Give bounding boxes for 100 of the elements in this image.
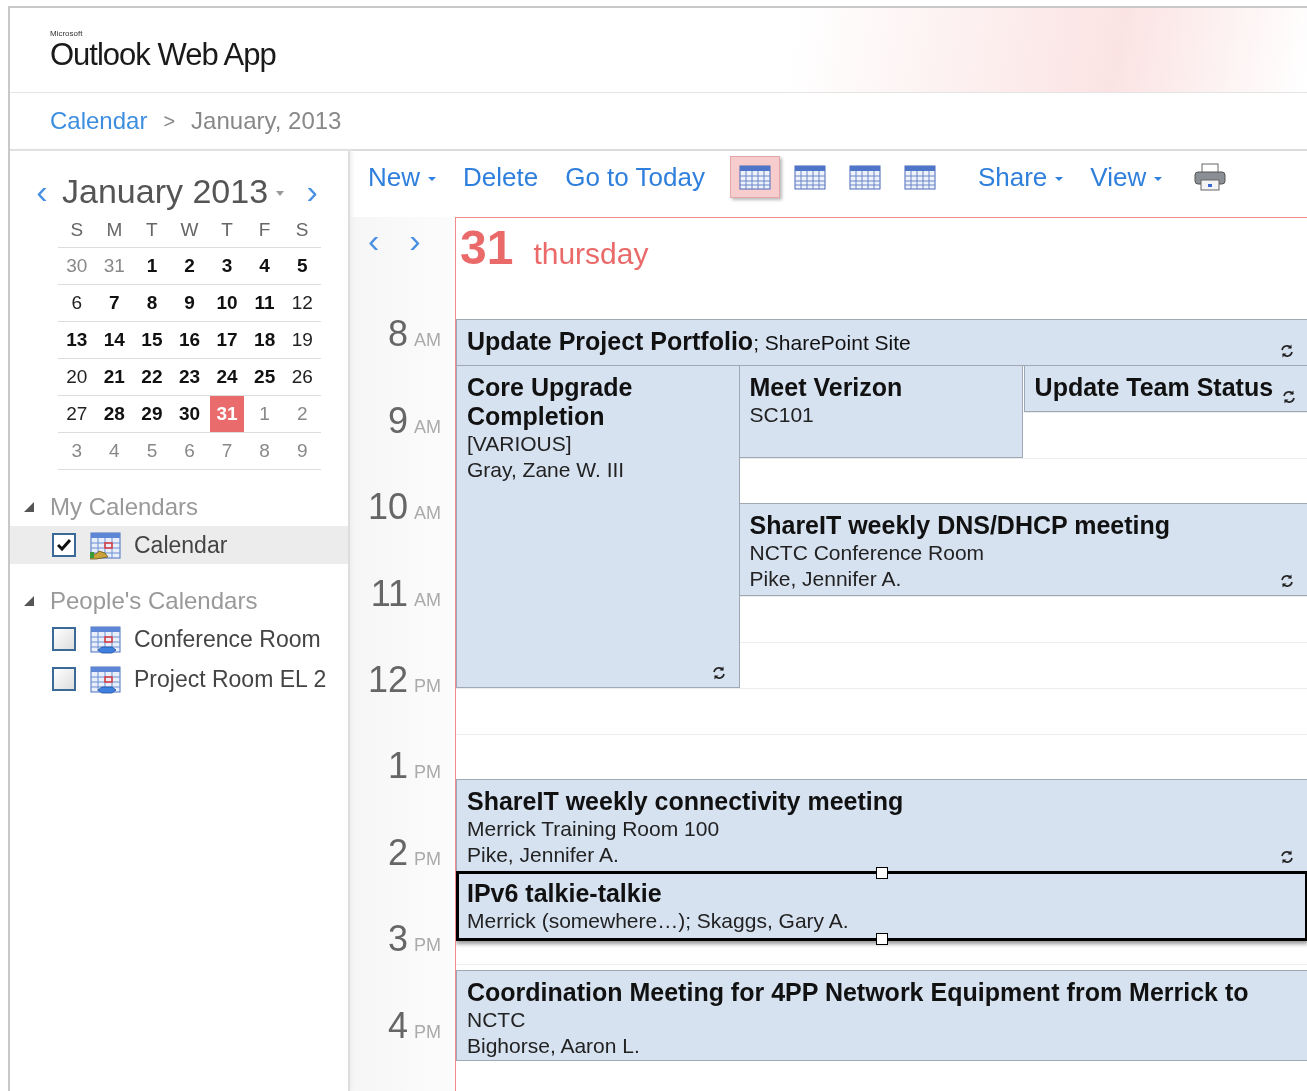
calendar-date[interactable]: 24 [210,363,244,391]
month-title[interactable]: January 2013 [62,171,269,211]
calendar-date[interactable]: 7 [97,289,132,317]
event-detail: Pike, Jennifer A. [467,842,620,868]
calendar-date[interactable]: 31 [97,252,132,280]
event-title: IPv6 talkie-talkie [467,879,663,908]
calendar-date[interactable]: 30 [172,400,207,428]
calendar-date[interactable]: 10 [210,289,244,317]
dropdown-caret-icon[interactable] [1055,176,1064,181]
calendar-date[interactable]: 13 [60,326,94,354]
calendar-date[interactable]: 28 [97,400,132,428]
hour-label: 1 [387,745,408,788]
calendar-date[interactable]: 3 [60,437,94,465]
printer-icon[interactable] [1193,162,1228,192]
weekday-label: F [257,219,272,242]
calendar-event[interactable]: ShareIT weekly connectivity meeting Merrick Training Room 100 Pike, Jennifer A. [456,779,1307,872]
calendar-event[interactable]: Coordination Meeting for 4PP Network Equipment from Merrick to NCTC Bighorse, Aaron L. [456,970,1307,1061]
calendar-name: Project Room EL 2 [134,665,327,693]
resize-handle[interactable] [876,933,888,945]
dropdown-caret-icon[interactable] [1154,176,1163,181]
calendar-date[interactable]: 30 [60,252,94,280]
calendar-date[interactable]: 22 [135,363,169,391]
checkbox[interactable] [52,627,76,651]
checkbox[interactable] [52,533,76,557]
period-label: AM [414,416,441,438]
calendar-date[interactable]: 4 [97,437,132,465]
calendar-date[interactable]: 9 [285,437,319,465]
calendar-date[interactable]: 23 [172,363,207,391]
calendar-date[interactable]: 17 [210,326,244,354]
breadcrumb-current: January, 2013 [191,107,342,135]
dropdown-caret-icon[interactable] [428,176,436,181]
resize-handle[interactable] [876,867,888,879]
calendar-date[interactable]: 4 [247,252,282,280]
calendar-event[interactable]: Meet Verizon SC101 [738,365,1023,458]
period-label: PM [414,848,441,870]
calendar-date[interactable]: 2 [285,400,319,428]
calendar-date[interactable]: 26 [285,363,319,391]
hour-label: 9 [387,399,408,442]
event-title: Meet Verizon [749,373,904,402]
brand-caption: Microsoft [50,28,83,38]
calendar-date[interactable]: 5 [285,252,319,280]
expanded-triangle-icon[interactable] [24,502,34,512]
calendar-date[interactable]: 2 [172,252,207,280]
calendar-date[interactable]: 20 [60,363,94,391]
event-title: Core Upgrade Completion [467,373,634,431]
calendar-date[interactable]: 29 [135,400,169,428]
calendar-list-item[interactable]: Conference Room [10,620,348,658]
period-label: PM [414,676,441,698]
calendar-date[interactable]: 8 [247,437,282,465]
expanded-triangle-icon[interactable] [24,596,34,606]
calendar-list-item[interactable]: Project Room EL 2 [10,660,348,698]
toolbar-button[interactable]: View [1090,161,1163,193]
calendar-grid-icon [903,164,936,190]
calendar-date[interactable]: 14 [97,326,132,354]
period-label: PM [414,935,441,957]
day-number: 31 [460,220,514,276]
calendar-date[interactable]: 11 [247,289,282,317]
calendar-date[interactable]: 16 [172,326,207,354]
event-detail: Pike, Jennifer A. [749,566,903,592]
calendar-date[interactable]: 5 [135,437,169,465]
period-label: AM [414,330,441,352]
toolbar-button[interactable]: Delete [463,161,539,193]
event-detail: NCTC Conference Room [749,540,986,566]
calendar-date[interactable]: 3 [210,252,244,280]
calendar-date[interactable]: 8 [135,289,169,317]
calendar-list-item[interactable]: Calendar [10,526,348,564]
calendar-date[interactable]: 1 [247,400,282,428]
calendar-date[interactable]: 1 [135,252,169,280]
calendar-date[interactable]: 19 [285,326,319,354]
calendar-date[interactable]: 7 [210,437,244,465]
event-title: Coordination Meeting for 4PP Network Equipment from Merrick to [467,978,1250,1008]
toolbar-button[interactable]: New [368,161,436,193]
toolbar-button[interactable]: Go to Today [565,161,705,193]
calendar-date[interactable]: 12 [285,289,319,317]
calendar-date[interactable]: 25 [247,363,282,391]
calendar-date[interactable]: 18 [247,326,282,354]
calendar-date[interactable]: 21 [97,363,132,391]
event-detail: SC101 [749,402,815,428]
calendar-icon [90,624,122,654]
event-title: Update Team Status [1034,373,1275,402]
calendar-event[interactable]: ShareIT weekly DNS/DHCP meeting NCTC Conference Room Pike, Jennifer A. [738,503,1307,596]
calendar-date[interactable]: 6 [60,289,94,317]
period-label: AM [414,589,441,611]
calendar-event[interactable]: Update Project Portfolio; SharePoint Site [456,319,1307,366]
hour-label: 8 [387,313,408,356]
calendar-date[interactable]: 9 [172,289,207,317]
calendar-event[interactable]: Core Upgrade Completion [VARIOUS] Gray, Zane W. III [456,365,740,688]
weekday-name: thursday [533,237,649,271]
calendar-date[interactable]: 6 [172,437,207,465]
calendar-date[interactable]: 15 [135,326,169,354]
toolbar-button[interactable]: Share [977,161,1064,193]
calendar-icon [90,530,122,560]
weekday-label: W [179,219,200,242]
dropdown-caret-icon[interactable] [276,190,285,196]
calendar-view-button[interactable] [729,156,780,198]
calendar-date[interactable]: 27 [60,400,94,428]
calendar-event[interactable]: Update Team Status [1023,365,1307,412]
weekday-label: T [145,219,159,242]
weekday-label: S [69,219,85,242]
checkbox[interactable] [52,667,76,691]
